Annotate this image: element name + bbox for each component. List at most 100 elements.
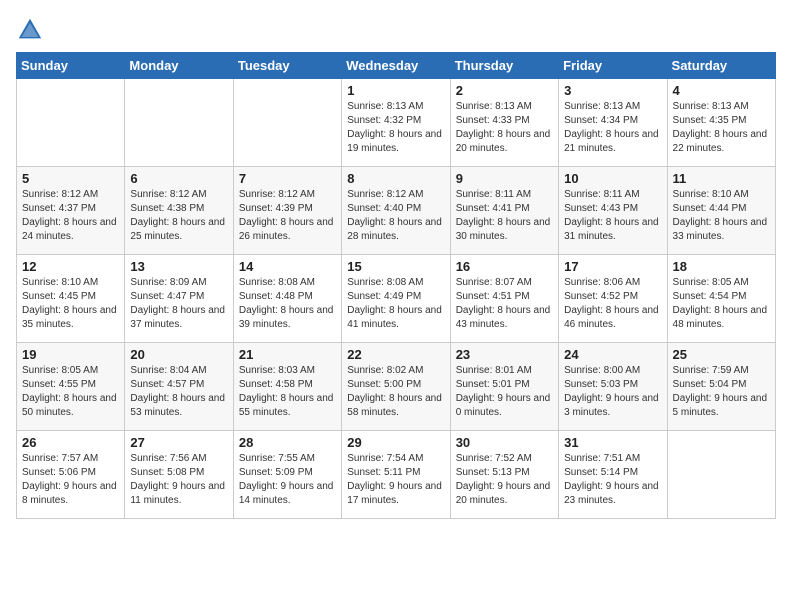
day-info: Sunrise: 8:01 AM Sunset: 5:01 PM Dayligh… <box>456 364 553 420</box>
calendar-cell: 10Sunrise: 8:11 AM Sunset: 4:43 PM Dayli… <box>559 167 667 255</box>
calendar-cell: 13Sunrise: 8:09 AM Sunset: 4:47 PM Dayli… <box>125 255 233 343</box>
day-number: 19 <box>22 347 119 362</box>
day-info: Sunrise: 8:02 AM Sunset: 5:00 PM Dayligh… <box>347 364 444 420</box>
day-number: 7 <box>239 171 336 186</box>
day-info: Sunrise: 8:00 AM Sunset: 5:03 PM Dayligh… <box>564 364 661 420</box>
calendar-cell: 27 Sunrise: 7:56 AM Sunset: 5:08 PM Dayli… <box>125 431 233 519</box>
day-number: 20 <box>130 347 227 362</box>
day-number: 25 <box>673 347 770 362</box>
day-info: Sunrise: 8:06 AM Sunset: 4:52 PM Dayligh… <box>564 276 661 332</box>
day-info: Sunrise: 7:56 AM Sunset: 5:08 PM Dayligh… <box>130 452 227 508</box>
calendar-table: SundayMondayTuesdayWednesdayThursdayFrid… <box>16 52 776 519</box>
calendar-cell: 30 Sunrise: 7:52 AM Sunset: 5:13 PM Dayli… <box>450 431 558 519</box>
calendar-cell: 12 Sunrise: 8:10 AM Sunset: 4:45 PM Dayli… <box>17 255 125 343</box>
day-number: 28 <box>239 435 336 450</box>
day-number: 11 <box>673 171 770 186</box>
day-info: Sunrise: 7:57 AM Sunset: 5:06 PM Dayligh… <box>22 452 119 508</box>
calendar-week-row: 1 Sunrise: 8:13 AM Sunset: 4:32 PM Daylig… <box>17 79 776 167</box>
day-number: 30 <box>456 435 553 450</box>
calendar-cell: 20 Sunrise: 8:04 AM Sunset: 4:57 PM Dayli… <box>125 343 233 431</box>
day-info: Sunrise: 8:05 AM Sunset: 4:55 PM Dayligh… <box>22 364 119 420</box>
logo <box>16 16 48 44</box>
logo-icon <box>16 16 44 44</box>
day-info: Sunrise: 8:07 AM Sunset: 4:51 PM Dayligh… <box>456 276 553 332</box>
day-info: Sunrise: 8:03 AM Sunset: 4:58 PM Dayligh… <box>239 364 336 420</box>
day-number: 9 <box>456 171 553 186</box>
day-number: 27 <box>130 435 227 450</box>
day-info: Sunrise: 8:10 AM Sunset: 4:44 PM Dayligh… <box>673 188 770 244</box>
weekday-header-saturday: Saturday <box>667 53 775 79</box>
day-info: Sunrise: 7:54 AM Sunset: 5:11 PM Dayligh… <box>347 452 444 508</box>
calendar-week-row: 12 Sunrise: 8:10 AM Sunset: 4:45 PM Dayli… <box>17 255 776 343</box>
day-info: Sunrise: 8:08 AM Sunset: 4:49 PM Dayligh… <box>347 276 444 332</box>
day-number: 3 <box>564 83 661 98</box>
calendar-cell: 11 Sunrise: 8:10 AM Sunset: 4:44 PM Dayli… <box>667 167 775 255</box>
weekday-header-tuesday: Tuesday <box>233 53 341 79</box>
day-number: 6 <box>130 171 227 186</box>
day-info: Sunrise: 8:04 AM Sunset: 4:57 PM Dayligh… <box>130 364 227 420</box>
weekday-header-wednesday: Wednesday <box>342 53 450 79</box>
day-number: 13 <box>130 259 227 274</box>
calendar-cell: 3Sunrise: 8:13 AM Sunset: 4:34 PM Daylig… <box>559 79 667 167</box>
calendar-cell: 19 Sunrise: 8:05 AM Sunset: 4:55 PM Dayli… <box>17 343 125 431</box>
weekday-header-monday: Monday <box>125 53 233 79</box>
calendar-cell: 6 Sunrise: 8:12 AM Sunset: 4:38 PM Daylig… <box>125 167 233 255</box>
weekday-header-friday: Friday <box>559 53 667 79</box>
day-info: Sunrise: 8:12 AM Sunset: 4:38 PM Dayligh… <box>130 188 227 244</box>
weekday-header-thursday: Thursday <box>450 53 558 79</box>
day-info: Sunrise: 8:12 AM Sunset: 4:39 PM Dayligh… <box>239 188 336 244</box>
calendar-cell: 16 Sunrise: 8:07 AM Sunset: 4:51 PM Dayli… <box>450 255 558 343</box>
calendar-cell: 25Sunrise: 7:59 AM Sunset: 5:04 PM Dayli… <box>667 343 775 431</box>
day-number: 2 <box>456 83 553 98</box>
calendar-cell: 24 Sunrise: 8:00 AM Sunset: 5:03 PM Dayli… <box>559 343 667 431</box>
calendar-cell: 15Sunrise: 8:08 AM Sunset: 4:49 PM Dayli… <box>342 255 450 343</box>
calendar-cell: 4 Sunrise: 8:13 AM Sunset: 4:35 PM Daylig… <box>667 79 775 167</box>
day-number: 31 <box>564 435 661 450</box>
day-number: 1 <box>347 83 444 98</box>
calendar-cell <box>233 79 341 167</box>
calendar-cell: 17 Sunrise: 8:06 AM Sunset: 4:52 PM Dayli… <box>559 255 667 343</box>
day-info: Sunrise: 8:10 AM Sunset: 4:45 PM Dayligh… <box>22 276 119 332</box>
day-info: Sunrise: 7:51 AM Sunset: 5:14 PM Dayligh… <box>564 452 661 508</box>
day-number: 10 <box>564 171 661 186</box>
weekday-header-row: SundayMondayTuesdayWednesdayThursdayFrid… <box>17 53 776 79</box>
calendar-cell: 14 Sunrise: 8:08 AM Sunset: 4:48 PM Dayli… <box>233 255 341 343</box>
day-info: Sunrise: 7:52 AM Sunset: 5:13 PM Dayligh… <box>456 452 553 508</box>
day-number: 24 <box>564 347 661 362</box>
day-info: Sunrise: 7:55 AM Sunset: 5:09 PM Dayligh… <box>239 452 336 508</box>
day-info: Sunrise: 8:05 AM Sunset: 4:54 PM Dayligh… <box>673 276 770 332</box>
day-info: Sunrise: 8:13 AM Sunset: 4:35 PM Dayligh… <box>673 100 770 156</box>
calendar-cell: 1 Sunrise: 8:13 AM Sunset: 4:32 PM Daylig… <box>342 79 450 167</box>
day-number: 4 <box>673 83 770 98</box>
day-number: 12 <box>22 259 119 274</box>
day-info: Sunrise: 8:13 AM Sunset: 4:32 PM Dayligh… <box>347 100 444 156</box>
day-number: 22 <box>347 347 444 362</box>
calendar-cell: 29 Sunrise: 7:54 AM Sunset: 5:11 PM Dayli… <box>342 431 450 519</box>
calendar-cell <box>667 431 775 519</box>
day-number: 17 <box>564 259 661 274</box>
calendar-cell: 2 Sunrise: 8:13 AM Sunset: 4:33 PM Daylig… <box>450 79 558 167</box>
calendar-cell: 9 Sunrise: 8:11 AM Sunset: 4:41 PM Daylig… <box>450 167 558 255</box>
day-info: Sunrise: 8:08 AM Sunset: 4:48 PM Dayligh… <box>239 276 336 332</box>
calendar-cell: 28 Sunrise: 7:55 AM Sunset: 5:09 PM Dayli… <box>233 431 341 519</box>
calendar-cell: 31 Sunrise: 7:51 AM Sunset: 5:14 PM Dayli… <box>559 431 667 519</box>
calendar-cell: 5Sunrise: 8:12 AM Sunset: 4:37 PM Daylig… <box>17 167 125 255</box>
day-number: 29 <box>347 435 444 450</box>
calendar-week-row: 19 Sunrise: 8:05 AM Sunset: 4:55 PM Dayli… <box>17 343 776 431</box>
day-number: 21 <box>239 347 336 362</box>
calendar-cell <box>125 79 233 167</box>
day-number: 23 <box>456 347 553 362</box>
calendar-week-row: 5Sunrise: 8:12 AM Sunset: 4:37 PM Daylig… <box>17 167 776 255</box>
day-number: 26 <box>22 435 119 450</box>
day-number: 14 <box>239 259 336 274</box>
calendar-week-row: 26 Sunrise: 7:57 AM Sunset: 5:06 PM Dayli… <box>17 431 776 519</box>
day-number: 16 <box>456 259 553 274</box>
day-info: Sunrise: 8:12 AM Sunset: 4:40 PM Dayligh… <box>347 188 444 244</box>
calendar-cell: 26 Sunrise: 7:57 AM Sunset: 5:06 PM Dayli… <box>17 431 125 519</box>
calendar-cell <box>17 79 125 167</box>
calendar-cell: 22 Sunrise: 8:02 AM Sunset: 5:00 PM Dayli… <box>342 343 450 431</box>
calendar-body: 1 Sunrise: 8:13 AM Sunset: 4:32 PM Daylig… <box>17 79 776 519</box>
calendar-cell: 18Sunrise: 8:05 AM Sunset: 4:54 PM Dayli… <box>667 255 775 343</box>
day-info: Sunrise: 8:13 AM Sunset: 4:33 PM Dayligh… <box>456 100 553 156</box>
day-info: Sunrise: 8:11 AM Sunset: 4:41 PM Dayligh… <box>456 188 553 244</box>
